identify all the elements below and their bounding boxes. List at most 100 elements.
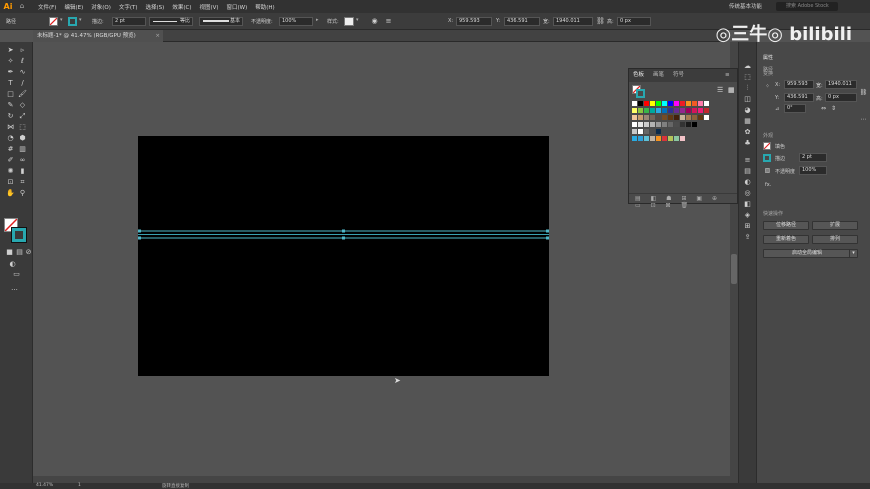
color-mode-icon[interactable]: ■ (5, 248, 14, 257)
swatch-cell[interactable] (638, 101, 643, 106)
prop-h-field[interactable]: 0 px (825, 93, 857, 102)
appearance-stroke-swatch[interactable] (763, 154, 771, 162)
swatch-cell[interactable] (644, 115, 649, 120)
prop-w-field[interactable]: 1940.011 (825, 80, 857, 89)
list-view-icon[interactable]: ☰ (717, 86, 725, 94)
swatch-cell[interactable] (674, 122, 679, 127)
rectangle-tool-icon[interactable]: □ (6, 90, 15, 99)
swatch-cell[interactable] (632, 115, 637, 120)
recolor-icon[interactable]: ◉ (370, 17, 379, 26)
gradient-tool-icon[interactable]: ▥ (18, 145, 27, 154)
swatch-cell[interactable] (674, 115, 679, 120)
swatch-cell[interactable] (680, 115, 685, 120)
stroke-weight-field[interactable]: 2 pt (112, 17, 146, 26)
swatch-cell[interactable] (656, 108, 661, 113)
swatch-cell[interactable] (650, 136, 655, 141)
gradient-panel-icon[interactable]: ▤ (743, 167, 752, 176)
pathfinder-icon[interactable]: ◫ (743, 95, 752, 104)
stroke-swatch[interactable] (68, 17, 77, 26)
swatch-cell[interactable] (656, 136, 661, 141)
flip-horizontal-icon[interactable]: ⇔ (819, 104, 828, 113)
symbol-sprayer-tool-icon[interactable]: ✺ (6, 167, 15, 176)
stroke-panel-icon[interactable]: ≡ (743, 156, 752, 165)
stroke-dropdown-icon[interactable]: ▾ (79, 17, 82, 23)
swatch-cell[interactable] (680, 101, 685, 106)
opacity-dropdown-icon[interactable]: ▸ (316, 17, 319, 23)
w-field[interactable]: 1940.011 (553, 17, 593, 26)
menu-item-7[interactable]: 窗口(W) (223, 3, 252, 11)
swatch-cell[interactable] (668, 115, 673, 120)
h-field[interactable]: 0 px (617, 17, 651, 26)
swatch-cell[interactable] (680, 122, 685, 127)
fx-button[interactable]: fx. (765, 182, 771, 188)
eyedropper-tool-icon[interactable]: ✐ (6, 156, 15, 165)
variable-width-select[interactable]: 等比 (149, 17, 193, 26)
swatch-cell[interactable] (692, 122, 697, 127)
offset-path-button[interactable]: 位移路径 (763, 221, 809, 230)
swatch-cell[interactable] (698, 115, 703, 120)
menu-item-5[interactable]: 效果(C) (168, 3, 195, 11)
width-tool-icon[interactable]: ⋈ (6, 123, 15, 132)
constrain-link-icon[interactable]: ⛓ (596, 17, 605, 26)
swatch-cell[interactable] (650, 129, 655, 134)
transform-icon[interactable]: ⬚ (743, 73, 752, 82)
swatch-stroke-indicator[interactable] (636, 89, 645, 98)
swatch-cell[interactable] (686, 115, 691, 120)
toolbar-fill-stroke[interactable] (4, 218, 28, 243)
menu-item-3[interactable]: 文字(T) (115, 3, 142, 11)
global-edit-button[interactable]: 启动全局编辑 (763, 249, 851, 258)
selected-path-lines[interactable] (138, 136, 549, 376)
magic-wand-tool-icon[interactable]: ✧ (6, 57, 15, 66)
opacity-field[interactable]: 100% (279, 17, 313, 26)
align-icon[interactable]: ≡ (384, 17, 393, 26)
swatch-cell[interactable] (632, 101, 637, 106)
swatch-cell[interactable] (638, 108, 643, 113)
constrain-proportions-icon[interactable]: ⛓ (859, 88, 868, 97)
paintbrush-tool-icon[interactable]: 🖌 (18, 90, 27, 99)
graphic-style-swatch[interactable] (344, 17, 354, 26)
panel-menu-icon[interactable]: ≡ (725, 69, 730, 82)
page-number[interactable]: 1 (78, 483, 81, 488)
swatch-cell[interactable] (632, 122, 637, 127)
recolor-button[interactable]: 重新着色 (763, 235, 809, 244)
brushes-icon[interactable]: ✿ (743, 128, 752, 137)
horizontal-scrollbar[interactable] (33, 476, 730, 483)
perspective-tool-icon[interactable]: ⬢ (18, 134, 27, 143)
swatch-cell[interactable] (662, 136, 667, 141)
draw-mode-icon[interactable]: ◐ (8, 260, 17, 269)
mesh-tool-icon[interactable]: # (6, 145, 15, 154)
shaper-tool-icon[interactable]: ✎ (6, 101, 15, 110)
none-mode-icon[interactable]: ⊘ (24, 248, 33, 257)
swatch-cell[interactable] (638, 115, 643, 120)
selection-tool-icon[interactable]: ➤ (6, 46, 15, 55)
swatch-cell[interactable] (632, 129, 637, 134)
zoom-tool-icon[interactable]: ⚲ (18, 189, 27, 198)
swatch-cell[interactable] (704, 101, 709, 106)
swatch-cell[interactable] (644, 129, 649, 134)
artboards-icon[interactable]: ⊞ (743, 222, 752, 231)
asset-export-icon[interactable]: ⇪ (743, 233, 752, 242)
prop-x-field[interactable]: 959.593 (784, 80, 814, 89)
type-tool-icon[interactable]: T (6, 79, 15, 88)
menu-item-0[interactable]: 文件(F) (34, 3, 60, 11)
swatch-grid[interactable] (632, 101, 732, 147)
lasso-tool-icon[interactable]: ℓ (18, 57, 27, 66)
hand-tool-icon[interactable]: ✋ (6, 189, 15, 198)
curvature-tool-icon[interactable]: ∿ (18, 68, 27, 77)
x-field[interactable]: 959.593 (456, 17, 492, 26)
free-transform-tool-icon[interactable]: ⬚ (18, 123, 27, 132)
expand-button[interactable]: 扩展 (812, 221, 858, 230)
tab-swatches[interactable]: 色板 (633, 69, 644, 82)
document-tab[interactable]: 未标题-1* @ 41.47% (RGB/GPU 预览) × (33, 30, 163, 42)
menu-item-2[interactable]: 对象(O) (87, 3, 115, 11)
color-panel-icon[interactable]: ◕ (743, 106, 752, 115)
appearance-stroke-weight[interactable]: 2 pt (799, 153, 827, 162)
home-icon[interactable]: ⌂ (16, 2, 28, 11)
swatch-cell[interactable] (638, 136, 643, 141)
align-panel-icon[interactable]: ⫶ (743, 84, 752, 93)
swatch-cell[interactable] (674, 108, 679, 113)
swatch-cell[interactable] (686, 122, 691, 127)
swatch-cell[interactable] (632, 136, 637, 141)
swatch-cell[interactable] (650, 115, 655, 120)
menu-item-8[interactable]: 帮助(H) (251, 3, 278, 11)
